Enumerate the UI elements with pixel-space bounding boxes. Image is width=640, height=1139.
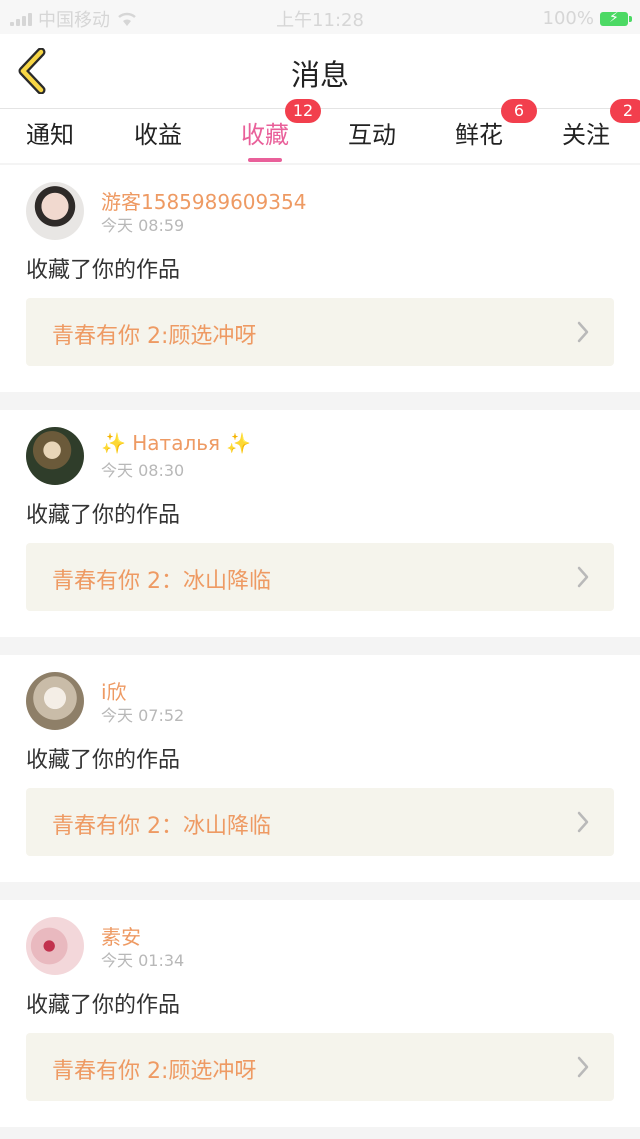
chevron-right-icon <box>577 566 589 588</box>
tab-label: 鲜花 <box>455 121 503 149</box>
tab-label: 互动 <box>348 121 396 149</box>
tab-notifications[interactable]: 通知 <box>26 115 74 150</box>
work-title: 青春有你 2:顾选冲呀 <box>52 324 257 349</box>
tab-label: 关注 <box>562 121 610 149</box>
avatar[interactable] <box>26 672 84 730</box>
work-title: 青春有你 2:顾选冲呀 <box>52 1059 257 1084</box>
tab-flowers[interactable]: 鲜花 6 <box>455 99 537 150</box>
flowers-badge: 6 <box>501 99 537 123</box>
user-name[interactable]: i欣 <box>101 676 127 705</box>
tab-label: 收藏 <box>241 121 289 149</box>
message-time: 今天 07:52 <box>101 706 185 725</box>
work-title: 青春有你 2：冰山降临 <box>52 814 271 839</box>
battery-icon: ⚡ <box>600 10 632 26</box>
avatar[interactable] <box>26 427 84 485</box>
message-card: 游客1585989609354 今天 08:59 收藏了你的作品 青春有你 2:… <box>0 165 640 392</box>
avatar[interactable] <box>26 917 84 975</box>
work-title: 青春有你 2：冰山降临 <box>52 569 271 594</box>
work-link[interactable]: 青春有你 2:顾选冲呀 <box>26 1033 614 1101</box>
follows-badge: 2 <box>610 99 640 123</box>
tab-follows[interactable]: 关注 2 <box>562 99 640 150</box>
action-text: 收藏了你的作品 <box>26 993 181 1018</box>
user-name[interactable]: 游客1585989609354 <box>101 186 306 215</box>
action-text: 收藏了你的作品 <box>26 258 181 283</box>
message-time: 今天 08:59 <box>101 216 185 235</box>
page-title: 消息 <box>290 58 349 92</box>
battery-info: 100% ⚡ <box>542 8 632 29</box>
tab-earnings[interactable]: 收益 <box>134 115 182 150</box>
active-tab-indicator <box>248 158 282 162</box>
tab-bar: 通知 收益 收藏 12 互动 鲜花 6 关注 2 <box>0 99 640 163</box>
user-name[interactable]: 素安 <box>101 921 141 950</box>
work-link[interactable]: 青春有你 2：冰山降临 <box>26 543 614 611</box>
favorites-badge: 12 <box>285 99 321 123</box>
action-text: 收藏了你的作品 <box>26 503 181 528</box>
tab-label: 收益 <box>134 121 182 149</box>
status-bar: 中国移动 上午11:28 100% ⚡ <box>0 0 640 34</box>
tab-label: 通知 <box>26 121 74 149</box>
chevron-right-icon <box>577 811 589 833</box>
user-name[interactable]: ✨ Наталья ✨ <box>101 431 251 455</box>
nav-bar: 消息 <box>0 34 640 109</box>
work-link[interactable]: 青春有你 2：冰山降临 <box>26 788 614 856</box>
message-card: ✨ Наталья ✨ 今天 08:30 收藏了你的作品 青春有你 2：冰山降临 <box>0 410 640 637</box>
work-link[interactable]: 青春有你 2:顾选冲呀 <box>26 298 614 366</box>
chevron-right-icon <box>577 1056 589 1078</box>
action-text: 收藏了你的作品 <box>26 748 181 773</box>
chevron-right-icon <box>577 321 589 343</box>
tab-favorites[interactable]: 收藏 12 <box>241 99 321 162</box>
tab-interactions[interactable]: 互动 <box>348 115 396 150</box>
avatar[interactable] <box>26 182 84 240</box>
message-card: 素安 今天 01:34 收藏了你的作品 青春有你 2:顾选冲呀 <box>0 900 640 1127</box>
message-time: 今天 01:34 <box>101 951 185 970</box>
battery-percent: 100% <box>542 8 594 29</box>
message-time: 今天 08:30 <box>101 461 185 480</box>
message-card: i欣 今天 07:52 收藏了你的作品 青春有你 2：冰山降临 <box>0 655 640 882</box>
